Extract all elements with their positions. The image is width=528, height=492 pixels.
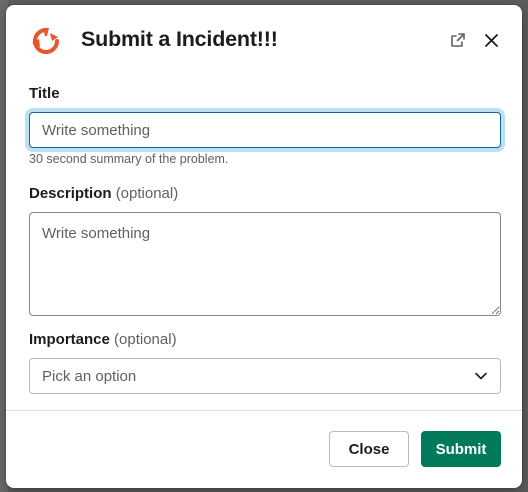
close-modal-button[interactable]	[480, 29, 502, 51]
incident-modal: Submit a Incident!!! Title 30 second sum…	[6, 5, 522, 488]
description-textarea[interactable]	[29, 212, 501, 316]
title-input[interactable]	[29, 112, 501, 148]
open-in-new-window-icon	[451, 33, 465, 47]
importance-select-value: Pick an option	[42, 367, 137, 385]
close-button[interactable]: Close	[329, 431, 409, 467]
importance-select[interactable]: Pick an option	[29, 358, 501, 394]
modal-title: Submit a Incident!!!	[81, 27, 278, 51]
importance-label: Importance (optional)	[29, 331, 177, 348]
importance-label-text: Importance	[29, 331, 110, 348]
close-icon	[484, 33, 498, 47]
footer-divider	[6, 410, 522, 411]
modal-header: Submit a Incident!!!	[6, 5, 522, 77]
submit-button[interactable]: Submit	[421, 431, 501, 467]
title-label-text: Title	[29, 85, 60, 102]
importance-optional-tag: (optional)	[114, 331, 177, 348]
description-label-text: Description	[29, 185, 112, 202]
title-hint: 30 second summary of the problem.	[29, 152, 229, 166]
open-in-new-window-button[interactable]	[447, 29, 469, 51]
title-label: Title	[29, 85, 60, 102]
description-label: Description (optional)	[29, 185, 178, 202]
incident-logo-icon	[30, 25, 62, 57]
description-optional-tag: (optional)	[115, 185, 179, 202]
chevron-down-icon	[475, 372, 487, 380]
